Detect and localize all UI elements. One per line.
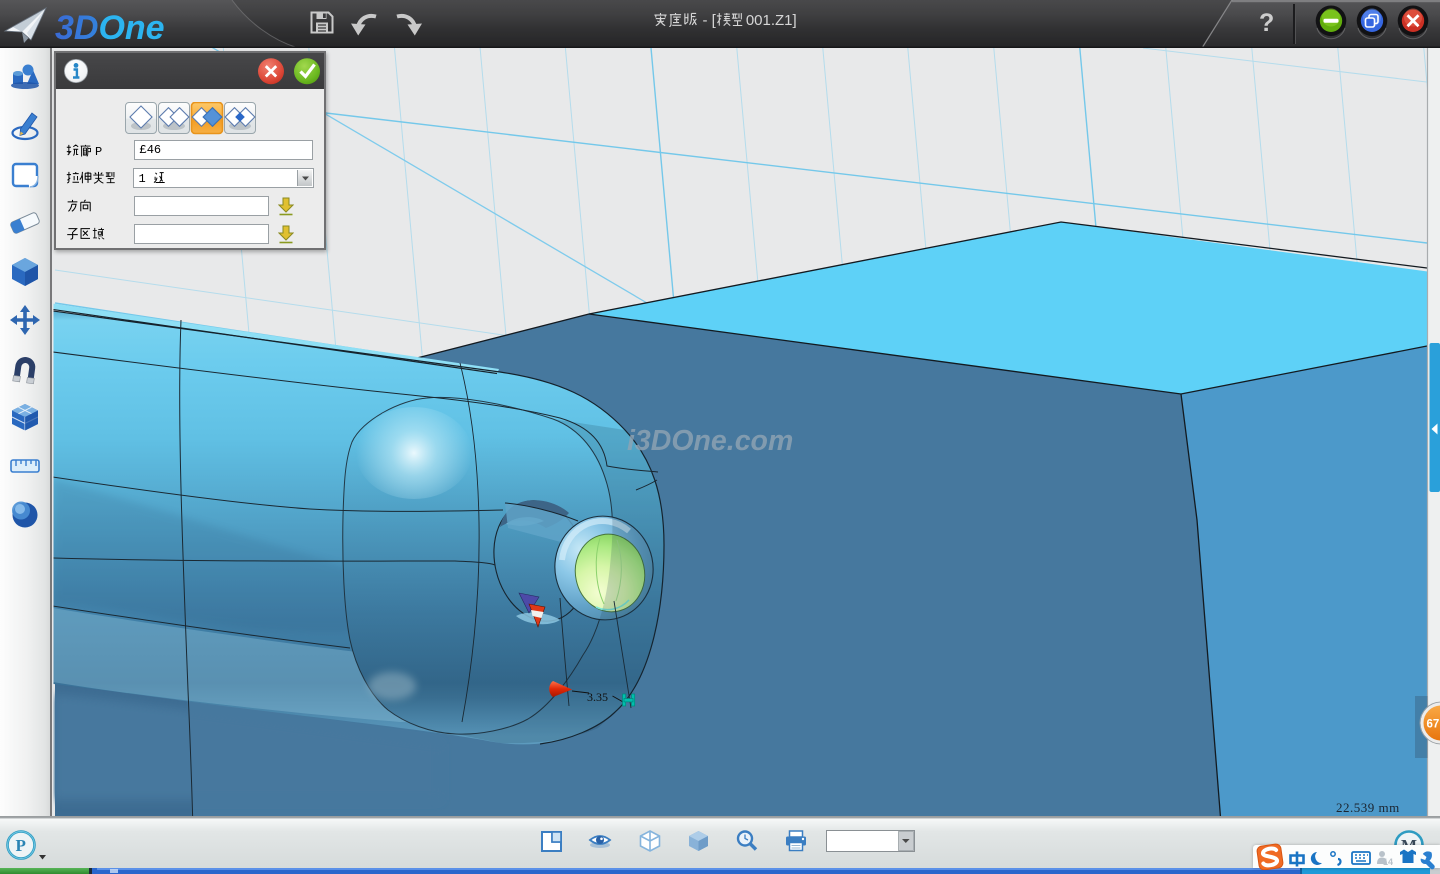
svg-text:P: P (16, 836, 26, 855)
svg-text:3DOne: 3DOne (55, 9, 165, 47)
svg-text:22.539 mm: 22.539 mm (1336, 800, 1400, 815)
svg-text:3.35: 3.35 (587, 690, 608, 704)
svg-text:14: 14 (1383, 857, 1393, 867)
svg-text:67: 67 (1427, 719, 1440, 731)
svg-text:?: ? (1259, 9, 1274, 37)
svg-text:i3DOne.com: i3DOne.com (627, 425, 793, 457)
